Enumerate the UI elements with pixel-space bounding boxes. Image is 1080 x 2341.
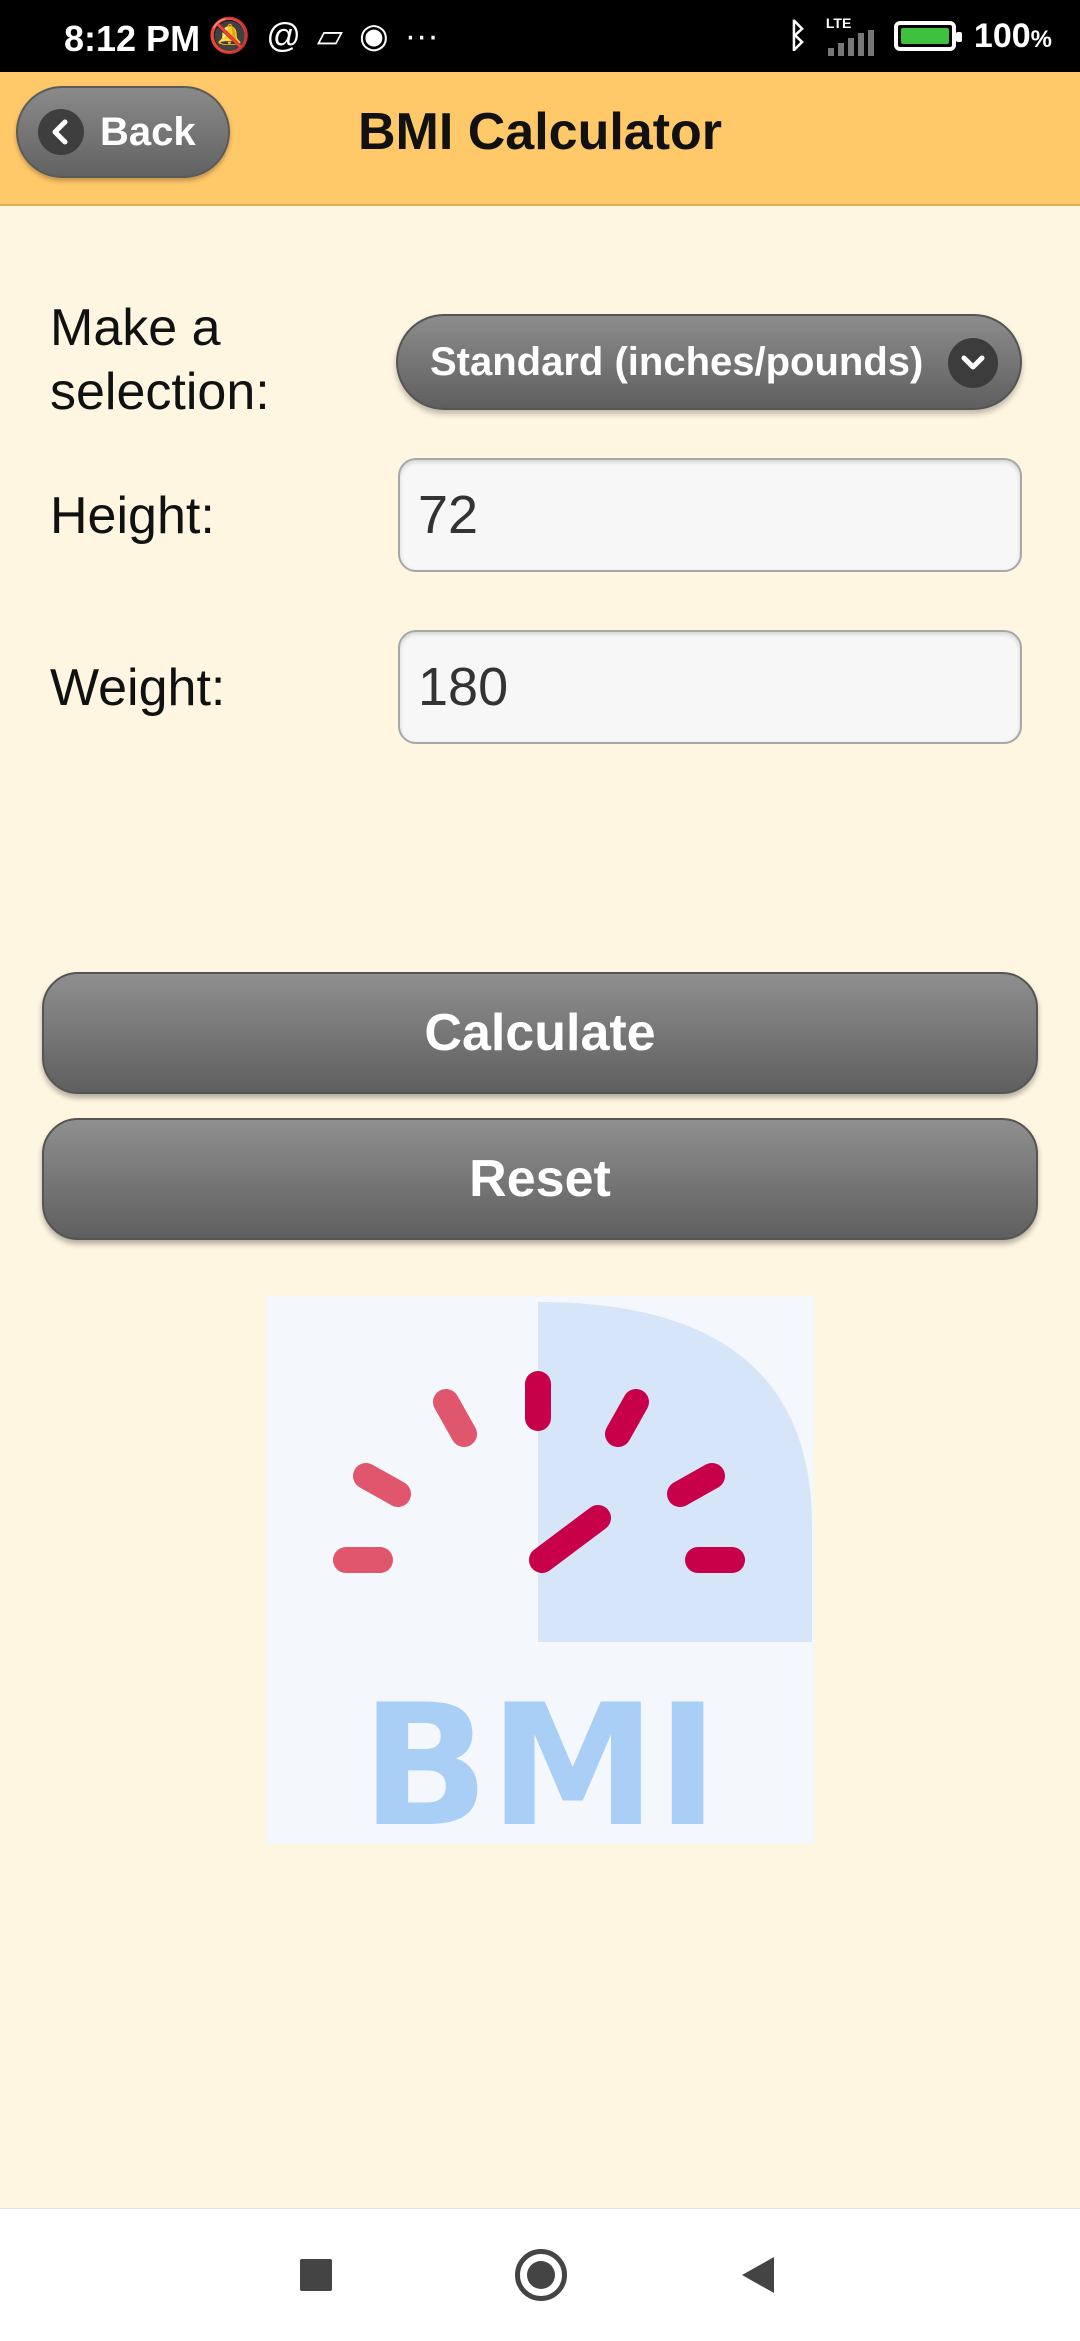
signal-bars-icon [827, 30, 874, 56]
more-dots-icon: ··· [404, 17, 439, 55]
bmi-illustration: BMI [266, 1296, 814, 1864]
back-triangle-icon[interactable] [742, 2257, 774, 2293]
height-input[interactable]: 72 [398, 458, 1022, 572]
recent-apps-icon[interactable] [300, 2259, 332, 2291]
app-header: Back BMI Calculator [0, 72, 1080, 206]
mute-icon: 🔕 [208, 17, 251, 55]
status-icons-left: 🔕 @ ▱ ◉ ··· [208, 16, 439, 56]
battery-icon [893, 21, 962, 51]
cards-icon: ▱ [316, 17, 344, 55]
status-icons-right: ᛒ LTE 100% [788, 16, 1052, 56]
at-icon: @ [266, 17, 301, 55]
system-nav-bar [0, 2208, 1080, 2341]
home-icon[interactable] [515, 2249, 567, 2301]
selection-label: Make a selection: [50, 299, 270, 421]
battery-level: 100% [973, 16, 1052, 55]
bmi-logo-text: BMI [361, 1668, 719, 1844]
page-title: BMI Calculator [357, 103, 723, 161]
height-label: Height: [50, 487, 215, 545]
weight-input[interactable]: 180 [398, 630, 1022, 744]
unit-select-value: Standard (inches/pounds) [430, 339, 924, 384]
status-bar: 8:12 PM 🔕 @ ▱ ◉ ··· ᛒ LTE 100% [0, 0, 1080, 72]
chrome-icon: ◉ [359, 17, 389, 55]
status-time: 8:12 PM [64, 18, 201, 59]
weight-label: Weight: [50, 659, 226, 717]
calculate-button[interactable]: Calculate [42, 972, 1038, 1094]
reset-button[interactable]: Reset [42, 1118, 1038, 1240]
chevron-down-icon [948, 338, 998, 388]
signal-icon: LTE [826, 16, 876, 56]
bluetooth-icon: ᛒ [787, 16, 808, 55]
unit-select[interactable]: Standard (inches/pounds) [396, 314, 1022, 410]
bmi-gauge-image: BMI [333, 1302, 812, 1864]
